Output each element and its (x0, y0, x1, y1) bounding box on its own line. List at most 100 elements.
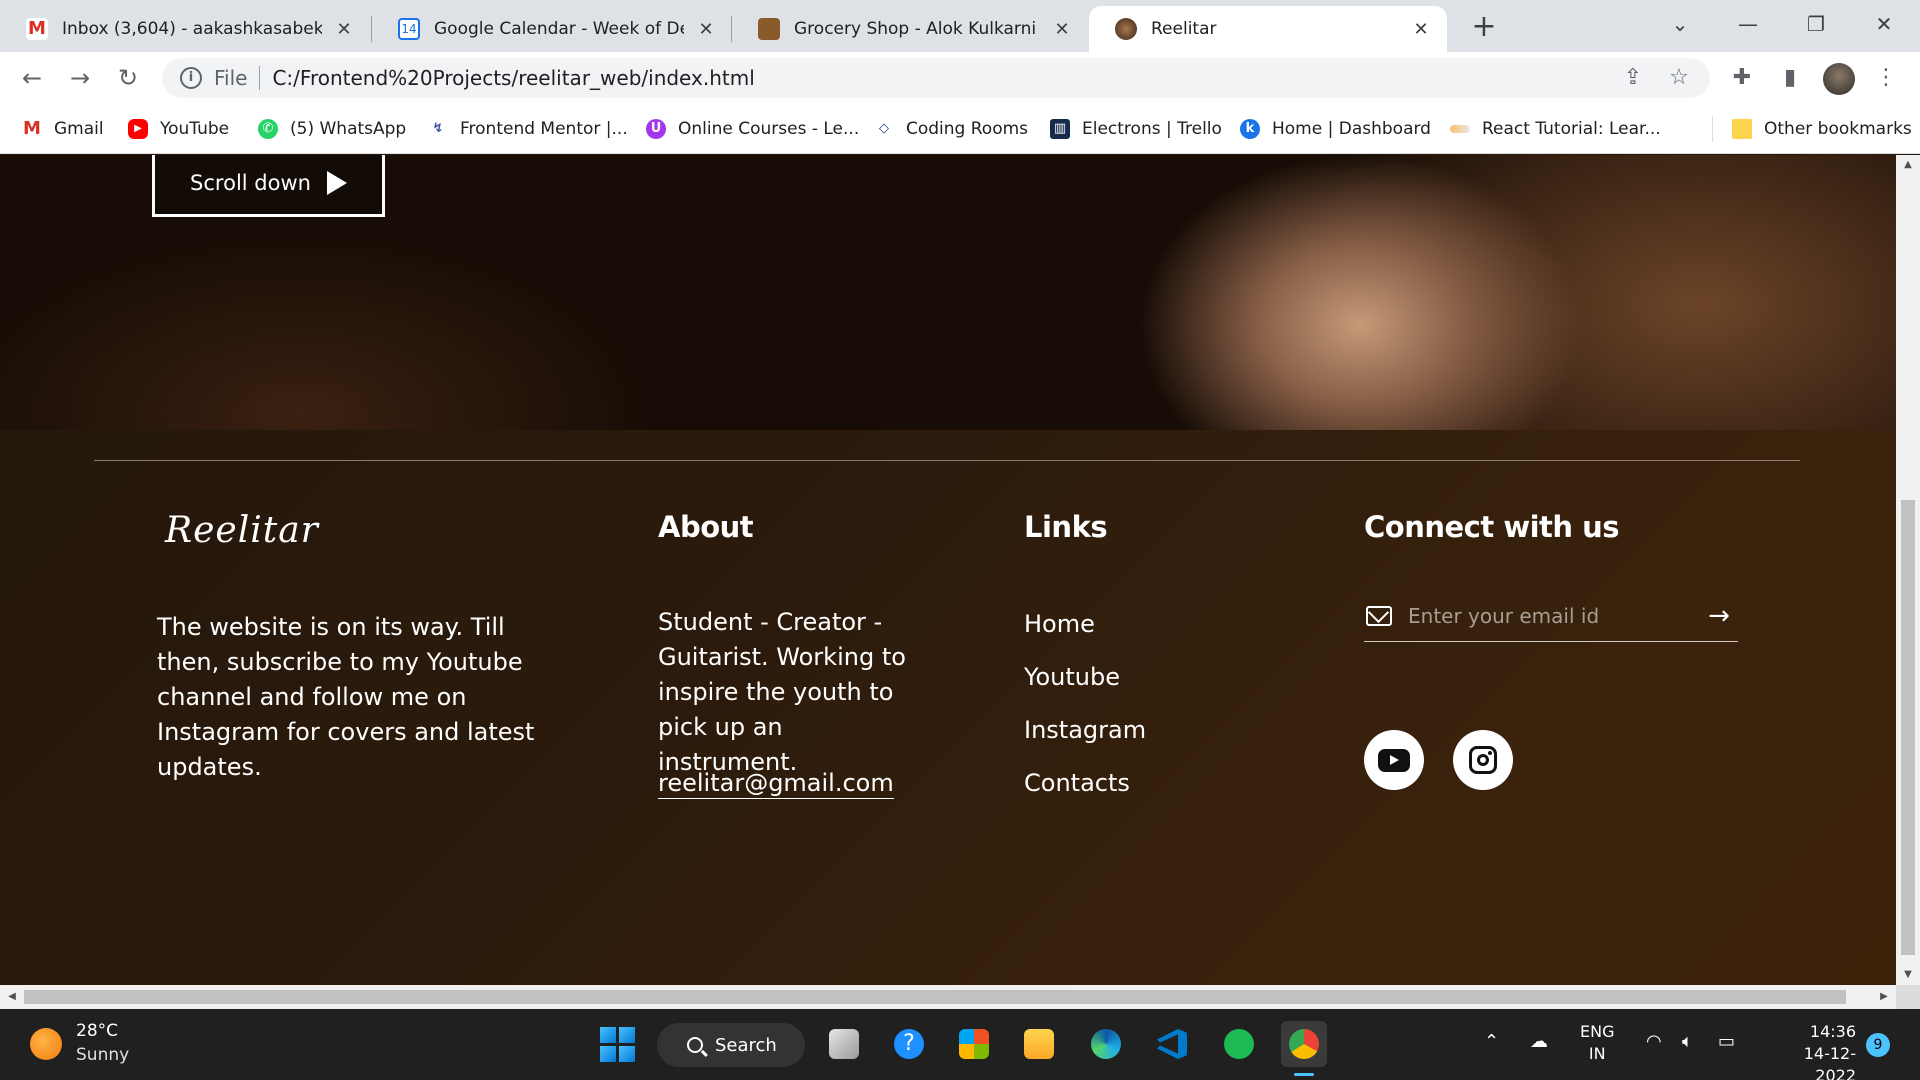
scroll-down-icon[interactable]: ▼ (1896, 965, 1920, 985)
side-panel-icon[interactable]: ▮ (1774, 62, 1806, 94)
weather-condition[interactable]: Sunny (76, 1045, 129, 1065)
volume-icon[interactable]: 🔈︎ (1682, 1031, 1693, 1052)
react-tutorial-icon (1450, 125, 1470, 133)
region-code: IN (1588, 1044, 1606, 1063)
language-indicator[interactable]: ENG IN (1580, 1021, 1614, 1065)
bookmark-gmail[interactable]: M Gmail (22, 114, 104, 144)
close-icon[interactable]: ✕ (332, 19, 356, 40)
footer-link-contacts[interactable]: Contacts (1024, 769, 1130, 797)
bookmark-youtube[interactable]: ▶ YouTube (128, 114, 229, 144)
address-url[interactable]: C:/Frontend%20Projects/reelitar_web/inde… (272, 66, 754, 90)
clock[interactable]: 14:36 14-12-2022 (1764, 1021, 1856, 1080)
links-heading: Links (1024, 510, 1108, 544)
scroll-left-icon[interactable]: ◀ (0, 985, 24, 1009)
minimize-button[interactable]: — (1718, 6, 1778, 42)
sun-icon[interactable] (30, 1028, 62, 1060)
tab-grocery[interactable]: Grocery Shop - Alok Kulkarni ✕ (732, 6, 1088, 52)
arrow-right-icon[interactable]: → (1704, 601, 1734, 631)
bookmark-whatsapp[interactable]: ✆ (5) WhatsApp (258, 114, 406, 144)
address-scheme: File (214, 66, 248, 90)
bookmark-dashboard[interactable]: k Home | Dashboard (1240, 114, 1431, 144)
info-icon[interactable]: i (180, 67, 202, 89)
bookmark-label: Home | Dashboard (1272, 119, 1431, 139)
taskbar-app-chrome[interactable] (1281, 1021, 1327, 1067)
gmail-icon: M (23, 118, 41, 139)
bookmark-star-icon[interactable]: ☆ (1662, 58, 1696, 98)
other-bookmarks[interactable]: Other bookmarks (1732, 114, 1912, 144)
help-icon: ? (894, 1029, 924, 1059)
tab-title: Google Calendar - Week of Dece (434, 19, 684, 39)
chevron-up-icon[interactable]: ⌃ (1484, 1031, 1499, 1052)
taskbar-search-label: Search (715, 1034, 777, 1056)
instagram-social-button[interactable] (1453, 730, 1513, 790)
horizontal-scroll-thumb[interactable] (24, 990, 1846, 1004)
onedrive-icon[interactable]: ☁ (1530, 1031, 1548, 1052)
tab-calendar[interactable]: 14 Google Calendar - Week of Dece ✕ (372, 6, 732, 52)
bookmark-frontend-mentor[interactable]: ↯ Frontend Mentor |... (428, 114, 628, 144)
task-view-button[interactable] (821, 1021, 867, 1067)
vertical-scrollbar[interactable]: ▲ ▼ (1896, 155, 1920, 985)
youtube-social-button[interactable] (1364, 730, 1424, 790)
task-view-icon (829, 1029, 859, 1059)
share-icon[interactable]: ⇪ (1616, 58, 1650, 98)
bookmark-trello[interactable]: ▥ Electrons | Trello (1050, 114, 1222, 144)
bookmark-label: Gmail (54, 119, 104, 139)
bookmark-coding-rooms[interactable]: ◇ Coding Rooms (874, 114, 1028, 144)
footer-link-instagram[interactable]: Instagram (1024, 716, 1146, 744)
newsletter-email-input[interactable] (1408, 603, 1704, 628)
instagram-icon (1469, 746, 1497, 774)
clock-time: 14:36 (1809, 1022, 1856, 1041)
reelitar-logo[interactable]: Reelitar (165, 510, 319, 551)
menu-icon[interactable]: ⋮ (1870, 62, 1902, 94)
taskbar-app-store[interactable] (951, 1021, 997, 1067)
close-icon[interactable]: ✕ (1050, 19, 1074, 40)
new-tab-button[interactable]: + (1466, 10, 1502, 46)
weather-temperature[interactable]: 28°C (76, 1021, 118, 1041)
taskbar-app-edge[interactable] (1083, 1021, 1129, 1067)
browser-toolbar: ← → ↻ i File C:/Frontend%20Projects/reel… (0, 52, 1920, 104)
forward-icon[interactable]: → (62, 60, 98, 96)
back-icon[interactable]: ← (14, 60, 50, 96)
coding-rooms-icon: ◇ (879, 121, 889, 136)
scroll-right-icon[interactable]: ▶ (1872, 985, 1896, 1009)
reelitar-icon (1115, 18, 1137, 40)
footer-link-home[interactable]: Home (1024, 610, 1095, 638)
taskbar-app-vscode[interactable] (1149, 1021, 1195, 1067)
scroll-down-button[interactable]: Scroll down (152, 155, 385, 217)
tab-search-icon[interactable]: ⌄ (1650, 6, 1710, 42)
search-icon (687, 1037, 703, 1053)
reload-icon[interactable]: ↻ (110, 60, 146, 96)
wifi-icon[interactable]: ◠ (1646, 1031, 1662, 1052)
tab-reelitar[interactable]: Reelitar ✕ (1089, 6, 1447, 52)
tab-title: Inbox (3,604) - aakashkasabekar@ (62, 19, 322, 39)
bookmark-react-tutorial[interactable]: React Tutorial: Lear... (1450, 114, 1661, 144)
restore-button[interactable]: ❐ (1786, 6, 1846, 42)
gmail-icon: M (26, 18, 48, 40)
bookmark-udemy[interactable]: U Online Courses - Le... (646, 114, 859, 144)
taskbar-app-help[interactable]: ? (886, 1021, 932, 1067)
extensions-icon[interactable]: ✚ (1726, 62, 1758, 94)
address-bar[interactable]: i File C:/Frontend%20Projects/reelitar_w… (162, 58, 1710, 98)
connect-heading: Connect with us (1364, 510, 1620, 544)
bookmark-label: Coding Rooms (906, 119, 1029, 139)
about-email-link[interactable]: reelitar@gmail.com (658, 769, 894, 799)
close-icon[interactable]: ✕ (694, 19, 718, 40)
start-button[interactable] (594, 1021, 640, 1067)
profile-avatar[interactable] (1823, 63, 1855, 95)
close-icon[interactable]: ✕ (1409, 19, 1433, 40)
close-window-button[interactable]: ✕ (1854, 6, 1914, 42)
notification-badge[interactable]: 9 (1866, 1033, 1890, 1057)
taskbar-app-spotify[interactable] (1216, 1021, 1262, 1067)
site-footer: Reelitar The website is on its way. Till… (0, 430, 1896, 985)
battery-icon[interactable]: ▭ (1718, 1031, 1735, 1052)
taskbar-search[interactable]: Search (657, 1023, 805, 1067)
horizontal-scrollbar[interactable]: ◀ ▶ (0, 985, 1896, 1009)
taskbar: 28°C Sunny Search ? ⌃ ☁ ENG IN ◠ 🔈︎ ▭ 14… (0, 1009, 1920, 1080)
folder-icon (1732, 119, 1752, 139)
tab-gmail[interactable]: M Inbox (3,604) - aakashkasabekar@ ✕ (0, 6, 370, 52)
footer-divider (94, 460, 1800, 461)
scroll-up-icon[interactable]: ▲ (1896, 155, 1920, 175)
vertical-scroll-thumb[interactable] (1901, 500, 1915, 955)
footer-link-youtube[interactable]: Youtube (1024, 663, 1120, 691)
taskbar-app-explorer[interactable] (1016, 1021, 1062, 1067)
